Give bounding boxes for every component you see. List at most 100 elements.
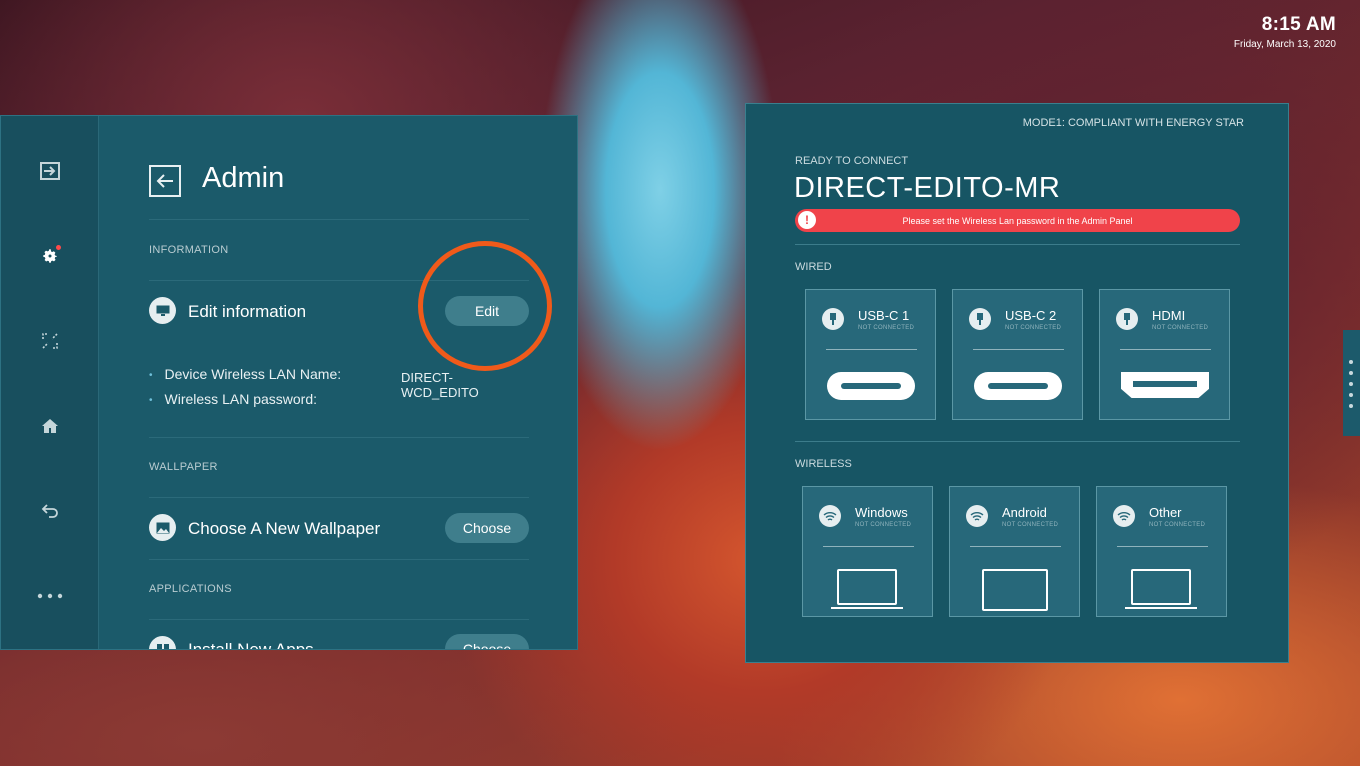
laptop-icon [837,569,897,605]
wifi-signal-icon [1117,511,1131,521]
plug-icon [830,313,836,325]
card-divider [823,546,914,547]
connect-panel: MODE1: COMPLIANT WITH ENERGY STAR READY … [745,103,1289,663]
divider [795,441,1240,442]
section-wireless: WIRELESS [795,458,852,470]
device-type-name: Windows [855,505,908,520]
divider [149,219,529,220]
device-status: NOT CONNECTED [1149,522,1206,528]
choose-wallpaper-button[interactable]: Choose [445,513,529,543]
tab-dot [1349,360,1353,364]
hdmi-port-icon [1121,372,1209,398]
divider [149,559,529,560]
section-information: INFORMATION [149,244,229,256]
usb-plug-icon [822,308,844,330]
wlan-name-label: Device Wireless LAN Name: [149,366,342,382]
display-icon [156,305,169,316]
mode-text: MODE1: COMPLIANT WITH ENERGY STAR [1022,117,1244,129]
divider [149,437,529,438]
undo-icon [41,504,58,518]
install-apps-label: Install New Apps [188,640,314,650]
plug-icon [1124,313,1130,325]
divider [149,497,529,498]
tab-dot [1349,404,1353,408]
clock-time: 8:15 AM [1261,14,1336,35]
house-icon [42,419,58,433]
card-divider [970,546,1061,547]
clock: 8:15 AM Friday, March 13, 2020 [1234,14,1336,50]
wifi-signal-icon [823,511,837,521]
image-icon [149,514,176,541]
wireless-card-other[interactable]: Other NOT CONNECTED [1096,486,1227,617]
alert-icon: ! [798,211,816,229]
usb-c-port-icon [827,372,915,400]
port-card-hdmi[interactable]: HDMI NOT CONNECTED [1099,289,1230,420]
wlan-password-text: Wireless LAN password: [164,391,318,407]
card-divider [973,349,1064,350]
device-type-name: Android [1002,505,1047,520]
card-divider [1120,349,1211,350]
usb-c-port-icon [974,372,1062,400]
device-name: DIRECT-EDITO-MR [794,172,1061,204]
notification-dot [56,245,61,250]
port-name: USB-C 1 [858,308,910,323]
wlan-name-value: DIRECT-WCD_EDITO [401,370,479,400]
tablet-icon [982,569,1048,611]
section-wallpaper: WALLPAPER [149,461,218,473]
wireless-card-windows[interactable]: Windows NOT CONNECTED [802,486,933,617]
port-card-usbc2[interactable]: USB-C 2 NOT CONNECTED [952,289,1083,420]
laptop-base [1125,607,1197,609]
hdmi-plug-icon [1116,308,1138,330]
section-applications: APPLICATIONS [149,583,232,595]
ready-text: READY TO CONNECT [795,155,909,167]
section-wired: WIRED [795,261,832,273]
port-name: HDMI [1152,308,1186,323]
choose-wallpaper-label: Choose A New Wallpaper [188,519,381,538]
laptop-icon [1131,569,1191,605]
home-icon[interactable] [35,411,65,441]
laptop-base [831,607,903,609]
divider [149,619,529,620]
back-button[interactable] [149,165,181,197]
admin-panel: Admin INFORMATION Edit information Edit … [0,115,578,650]
wifi-signal-icon [970,511,984,521]
divider [795,244,1240,245]
wireless-card-android[interactable]: Android NOT CONNECTED [949,486,1080,617]
device-status: NOT CONNECTED [1002,522,1059,528]
expand-icon [42,333,58,349]
port-status: NOT CONNECTED [858,325,915,331]
install-apps-button[interactable]: Choose [445,634,529,649]
highlight-ring [418,241,552,371]
screen-share-icon[interactable] [35,326,65,356]
wifi-icon [819,505,841,527]
wifi-icon [1113,505,1135,527]
settings-gear-icon[interactable] [35,241,65,271]
wlan-password-label: Wireless LAN password: [149,391,318,407]
alert-bar[interactable]: ! Please set the Wireless Lan password i… [795,209,1240,232]
side-menu-tab[interactable] [1343,330,1360,436]
back-arrow-icon[interactable] [35,496,65,526]
tab-dot [1349,382,1353,386]
side-rail [1,116,99,649]
tab-dot [1349,393,1353,397]
page-title: Admin [202,162,285,194]
plug-icon [977,313,983,325]
windows-apps-icon [149,636,176,649]
port-card-usbc1[interactable]: USB-C 1 NOT CONNECTED [805,289,936,420]
alert-text: Please set the Wireless Lan password in … [902,215,1133,226]
monitor-icon [149,297,176,324]
port-status: NOT CONNECTED [1005,325,1062,331]
grid-icon [156,643,169,649]
arrow-left-icon [156,174,173,188]
device-status: NOT CONNECTED [855,522,912,528]
card-divider [1117,546,1208,547]
tab-dot [1349,371,1353,375]
more-options-icon[interactable] [35,581,65,611]
port-status: NOT CONNECTED [1152,325,1209,331]
usb-plug-icon [969,308,991,330]
input-arrow-icon [40,162,60,180]
port-name: USB-C 2 [1005,308,1057,323]
clock-date: Friday, March 13, 2020 [1233,39,1336,50]
input-source-icon[interactable] [35,156,65,186]
ellipsis-icon [37,593,63,599]
